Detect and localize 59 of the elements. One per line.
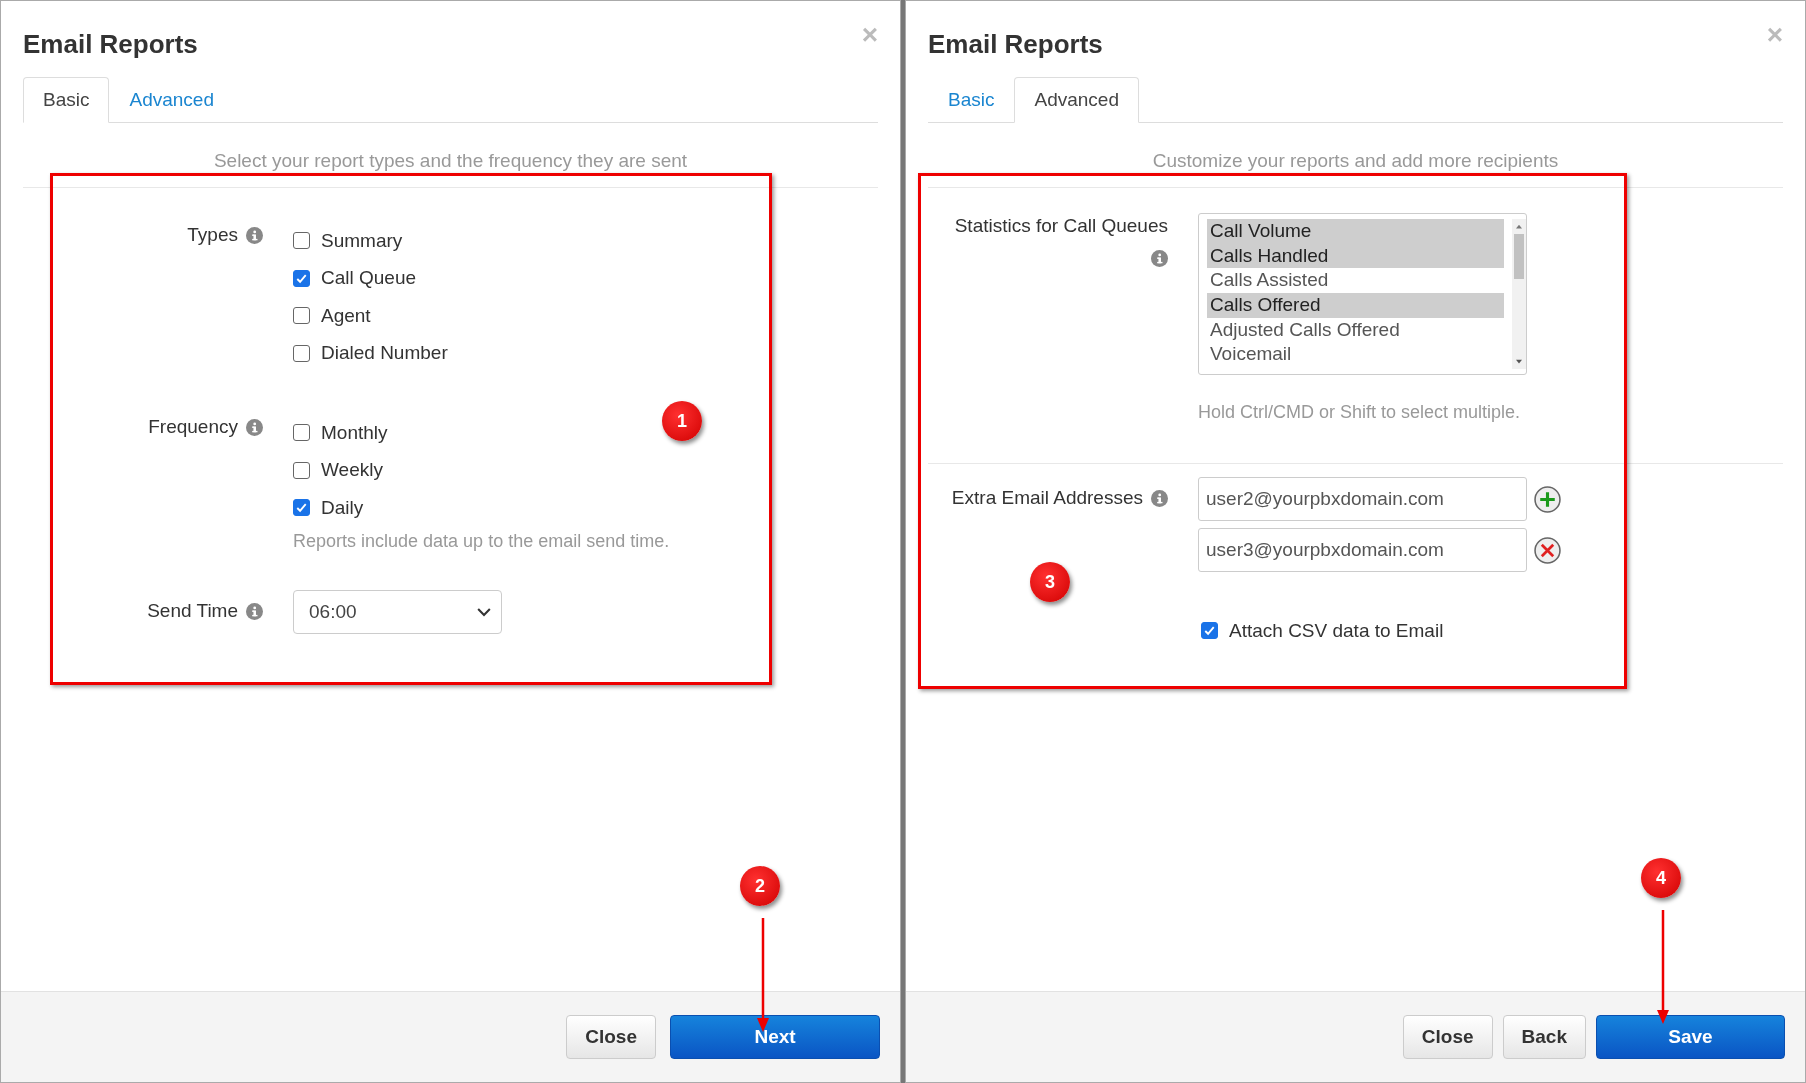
option-label: Attach CSV data to Email [1229, 619, 1444, 642]
dialog-title: Email Reports [23, 29, 198, 60]
step-badge: 3 [1030, 562, 1070, 602]
list-option[interactable]: Calls Offered [1207, 293, 1504, 318]
info-icon[interactable] [1151, 250, 1168, 267]
info-icon[interactable] [246, 602, 263, 620]
field-label: Statistics for Call Queues [954, 215, 1168, 237]
help-text: Reports include data up to the email send time. [293, 530, 671, 552]
info-icon[interactable] [1151, 490, 1168, 507]
field-label: Types [187, 224, 238, 246]
checkbox[interactable] [1201, 622, 1218, 640]
tab[interactable]: Advanced [109, 77, 234, 123]
footer-button[interactable]: Next [670, 1015, 880, 1059]
statistics-listbox[interactable]: Call Volume Calls Handled Calls Assisted Calls Offered Adjusted Calls Offered Voicemail [1198, 213, 1527, 375]
checkbox[interactable] [293, 232, 310, 250]
footer-button[interactable]: Close [1402, 1015, 1493, 1059]
step-badge: 2 [740, 866, 780, 906]
step-badge: 4 [1641, 858, 1681, 898]
remove-icon[interactable] [1534, 536, 1561, 564]
field-label: Extra Email Addresses [951, 487, 1143, 509]
list-option[interactable]: Voicemail [1207, 342, 1504, 368]
list-option[interactable]: Adjusted Calls Offered [1207, 317, 1504, 343]
tab[interactable]: Basic [928, 77, 1015, 123]
list-option[interactable]: Calls Handled [1207, 243, 1504, 269]
section-subtitle: Select your report types and the frequency they are sent [212, 150, 689, 172]
checkbox[interactable] [293, 344, 310, 362]
option-label: Call Queue [321, 267, 417, 290]
chevron-down-icon[interactable] [477, 606, 491, 617]
option-label: Monthly [321, 421, 388, 444]
scrollbar[interactable] [1512, 219, 1526, 369]
step-badge: 1 [662, 401, 702, 441]
time-select[interactable]: 06:00 [293, 589, 502, 634]
list-option[interactable]: Calls Assisted [1207, 268, 1504, 294]
checkbox[interactable] [293, 424, 310, 442]
option-label: Agent [321, 304, 371, 327]
footer-button[interactable]: Close [566, 1015, 656, 1059]
checkbox[interactable] [293, 307, 310, 325]
dialog-title: Email Reports [928, 29, 1103, 60]
add-icon[interactable] [1534, 485, 1561, 513]
help-text: Hold Ctrl/CMD or Shift to select multiple. [1198, 402, 1522, 423]
field-label: Frequency [148, 416, 238, 438]
section-subtitle: Customize your reports and add more recipients [1151, 150, 1560, 172]
checkbox[interactable] [293, 269, 310, 287]
option-label: Weekly [321, 459, 383, 482]
email-field[interactable]: user2@yourpbxdomain.com [1198, 477, 1527, 521]
field-label: Send Time [147, 599, 238, 622]
option-label: Dialed Number [321, 342, 448, 365]
footer-button[interactable]: Back [1502, 1015, 1586, 1059]
checkbox[interactable] [293, 499, 310, 517]
checkbox[interactable] [293, 461, 310, 479]
info-icon[interactable] [246, 227, 263, 244]
tab[interactable]: Advanced [1014, 77, 1139, 123]
list-option[interactable]: Call Volume [1207, 219, 1504, 244]
info-icon[interactable] [246, 419, 263, 436]
option-label: Summary [321, 229, 403, 252]
footer-button[interactable]: Save [1596, 1015, 1785, 1059]
option-label: Daily [321, 496, 364, 519]
email-field[interactable]: user3@yourpbxdomain.com [1198, 528, 1527, 572]
tab[interactable]: Basic [23, 77, 110, 123]
